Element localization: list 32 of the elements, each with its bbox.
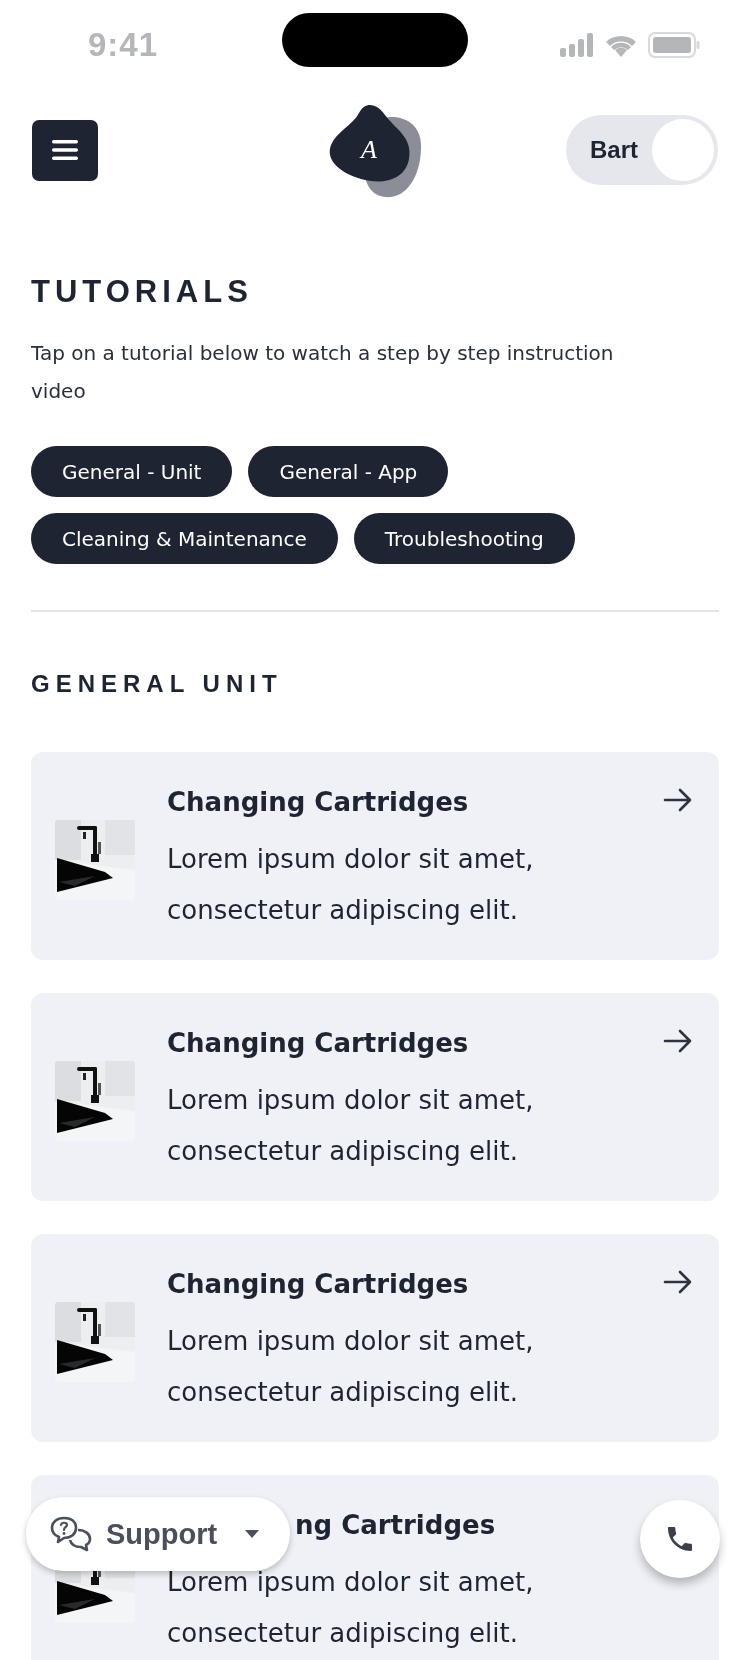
filter-chip[interactable]: Cleaning & Maintenance [31, 513, 338, 564]
menu-icon [52, 139, 78, 161]
arrow-right-icon [663, 1270, 693, 1294]
filter-chip[interactable]: General - App [248, 446, 449, 497]
section-title: GENERAL UNIT [31, 669, 284, 699]
tutorial-card[interactable]: Changing Cartridges Lorem ipsum dolor sit amet, consectetur adipiscing elit. [31, 752, 719, 960]
arrow-right-icon [663, 788, 693, 812]
wifi-icon [604, 33, 638, 57]
tutorial-title: Changing Cartridges [167, 1268, 470, 1301]
battery-icon [648, 32, 700, 58]
arrow-right-icon [663, 1029, 693, 1053]
tutorial-title: Changing Cartridges [167, 1027, 470, 1060]
page-description: Tap on a tutorial below to watch a step by step instruction video [31, 340, 615, 405]
page-title: TUTORIALS [31, 273, 254, 311]
status-time: 9:41 [88, 26, 159, 64]
tutorial-description: Lorem ipsum dolor sit amet, consectetur adipiscing elit. [167, 1325, 535, 1409]
support-menu[interactable]: Support [26, 1497, 290, 1571]
filter-chip[interactable]: Troubleshooting [353, 513, 575, 564]
tutorial-description: Lorem ipsum dolor sit amet, consectetur adipiscing elit. [167, 843, 535, 927]
filter-chip[interactable]: General - Unit [31, 446, 233, 497]
avatar-icon [652, 119, 714, 181]
tutorial-title: ng Cartridges [295, 1509, 496, 1542]
caret-down-icon [245, 1530, 260, 1538]
tutorial-description: Lorem ipsum dolor sit amet, consectetur adipiscing elit. [167, 1084, 535, 1168]
menu-button[interactable] [32, 119, 98, 181]
chat-question-icon [50, 1516, 92, 1552]
logo-letter: A [358, 135, 378, 165]
tutorial-card[interactable]: Changing Cartridges Lorem ipsum dolor sit amet, consectetur adipiscing elit. [31, 1234, 719, 1442]
user-toggle[interactable]: Bart [566, 115, 718, 185]
tutorial-title: Changing Cartridges [167, 786, 470, 819]
tutorial-card[interactable]: Changing Cartridges Lorem ipsum dolor sit amet, consectetur adipiscing elit. [31, 993, 719, 1201]
signal-icon [560, 33, 594, 57]
